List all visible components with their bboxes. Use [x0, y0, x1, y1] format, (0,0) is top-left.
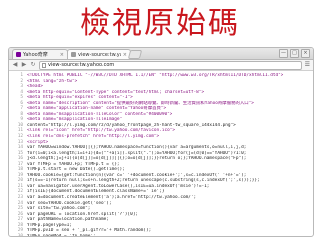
line-number: 30: [17, 233, 23, 237]
window-controls: — □ ×: [279, 49, 310, 58]
tab-yahoo[interactable]: Yahoo奇摩 ×: [12, 49, 68, 59]
browser-toolbar: ◀ ▶ ↻ view-source:tw.yahoo.com ☰: [9, 60, 313, 71]
address-bar[interactable]: view-source:tw.yahoo.com: [39, 60, 302, 70]
tab-label: view-source:tw.yahoo.com: [78, 51, 121, 58]
source-line: 30 YTMFp.pageMod = 'fp_home';: [9, 233, 313, 237]
yahoo-favicon-icon: [16, 52, 21, 57]
url-text: view-source:tw.yahoo.com: [48, 62, 115, 68]
close-window-button[interactable]: ×: [301, 49, 310, 58]
back-icon[interactable]: ◀: [12, 60, 18, 70]
line-code: YTMFp.pageMod = 'fp_home';: [27, 233, 96, 237]
forward-icon[interactable]: ▶: [21, 60, 27, 70]
tab-label: Yahoo奇摩: [23, 52, 48, 58]
menu-icon[interactable]: ☰: [305, 60, 310, 70]
browser-window: Yahoo奇摩 × view-source:tw.yahoo.com × — □…: [8, 47, 314, 237]
new-tab-button[interactable]: [127, 50, 143, 59]
page-icon: [42, 62, 46, 68]
tab-view-source[interactable]: view-source:tw.yahoo.com ×: [67, 49, 131, 59]
close-icon[interactable]: ×: [123, 52, 127, 58]
tab-bar: Yahoo奇摩 × view-source:tw.yahoo.com × — □…: [9, 48, 313, 60]
close-icon[interactable]: ×: [60, 52, 64, 58]
reload-icon[interactable]: ↻: [30, 60, 36, 70]
page-favicon-icon: [71, 52, 76, 57]
minimize-button[interactable]: —: [279, 49, 288, 58]
page-heading: 檢視原始碼: [80, 6, 240, 41]
maximize-button[interactable]: □: [290, 49, 299, 58]
source-view[interactable]: 1 <!DOCTYPE html PUBLIC "-//W3C//DTD XHTM…: [9, 71, 313, 237]
